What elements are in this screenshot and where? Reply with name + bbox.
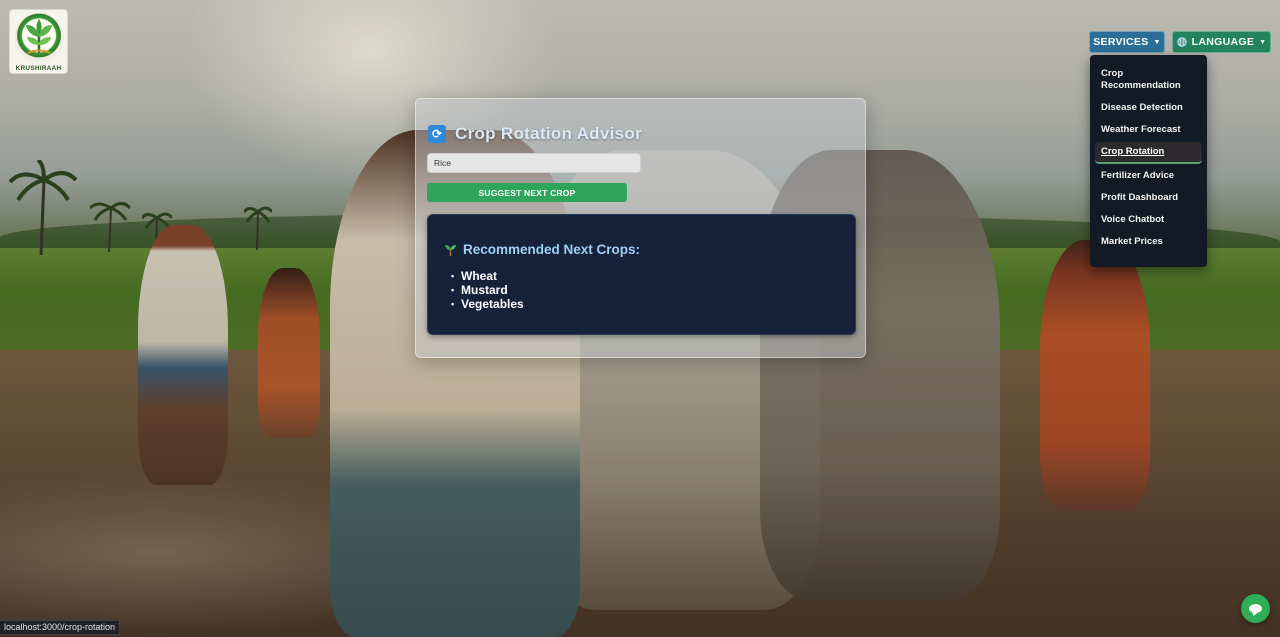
language-label: LANGUAGE xyxy=(1191,36,1255,48)
result-heading: Recommended Next Crops: xyxy=(463,242,641,257)
list-item: Vegetables xyxy=(451,297,524,311)
menu-item-profit-dashboard[interactable]: Profit Dashboard xyxy=(1095,188,1202,208)
crop-rotation-card: ⟳ Crop Rotation Advisor SUGGEST NEXT CRO… xyxy=(415,98,866,358)
globe-icon xyxy=(1176,37,1187,47)
services-label: SERVICES xyxy=(1093,36,1149,48)
services-dropdown-menu: Crop Recommendation Disease Detection We… xyxy=(1090,55,1207,267)
result-header: Recommended Next Crops: xyxy=(444,242,640,257)
menu-item-weather-forecast[interactable]: Weather Forecast xyxy=(1095,120,1202,140)
status-bar-url: localhost:3000/crop-rotation xyxy=(0,620,121,635)
services-menu-button[interactable]: SERVICES ▼ xyxy=(1089,31,1165,53)
menu-item-fertilizer-advice[interactable]: Fertilizer Advice xyxy=(1095,166,1202,186)
card-header: ⟳ Crop Rotation Advisor xyxy=(428,124,642,144)
caret-down-icon: ▼ xyxy=(1153,38,1161,46)
leaf-logo-icon xyxy=(13,13,64,63)
chat-bubble-icon xyxy=(1249,604,1262,613)
caret-down-icon: ▼ xyxy=(1259,38,1267,46)
menu-item-crop-recommendation[interactable]: Crop Recommendation xyxy=(1095,64,1202,96)
refresh-cycle-icon: ⟳ xyxy=(428,125,446,143)
seedling-icon xyxy=(444,243,457,256)
list-item: Mustard xyxy=(451,283,524,297)
logo-text: KRUSHIRAAH xyxy=(15,65,62,72)
language-menu-button[interactable]: LANGUAGE ▼ xyxy=(1172,31,1271,53)
menu-item-crop-rotation[interactable]: Crop Rotation xyxy=(1095,142,1202,164)
menu-item-disease-detection[interactable]: Disease Detection xyxy=(1095,98,1202,118)
list-item: Wheat xyxy=(451,269,524,283)
recommended-crops-list: Wheat Mustard Vegetables xyxy=(451,269,524,311)
current-crop-input[interactable] xyxy=(427,153,641,173)
suggest-next-crop-button[interactable]: SUGGEST NEXT CROP xyxy=(427,183,627,202)
page-title: Crop Rotation Advisor xyxy=(455,124,642,143)
menu-item-market-prices[interactable]: Market Prices xyxy=(1095,232,1202,252)
menu-item-voice-chatbot[interactable]: Voice Chatbot xyxy=(1095,210,1202,230)
recommendation-result-panel: Recommended Next Crops: Wheat Mustard Ve… xyxy=(427,214,856,335)
chatbot-fab-button[interactable] xyxy=(1241,594,1270,623)
krushiraah-logo[interactable]: KRUSHIRAAH xyxy=(9,9,68,74)
